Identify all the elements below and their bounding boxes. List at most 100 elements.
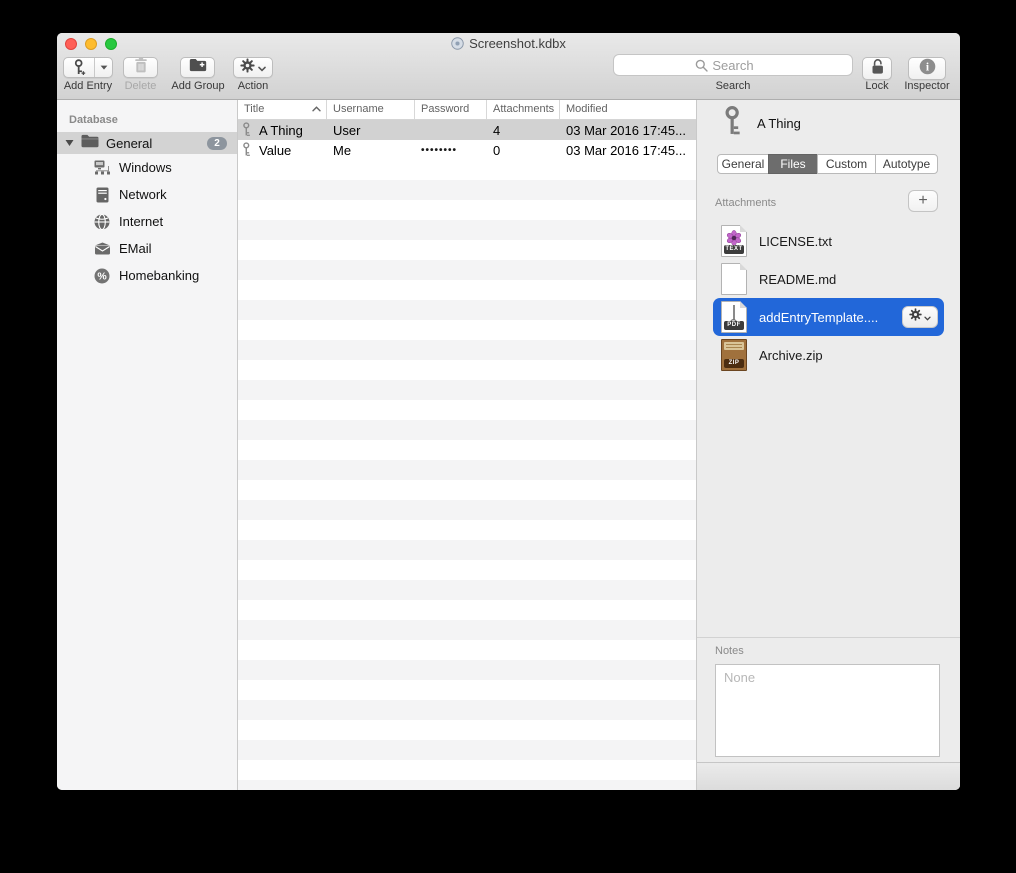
sidebar-item-network[interactable]: Network [57, 181, 237, 208]
attachment-name: addEntryTemplate.... [759, 310, 878, 325]
sidebar-item-homebanking[interactable]: % Homebanking [57, 262, 237, 289]
action-label: Action [233, 80, 273, 92]
table-row[interactable]: Value Me •••••••• 0 03 Mar 2016 17:45... [238, 140, 696, 160]
entry-attachments-count: 0 [487, 140, 560, 160]
app-window: Screenshot.kdbx Add Entry Delete Add Gro… [57, 33, 960, 790]
sidebar-item-internet[interactable]: Internet [57, 208, 237, 235]
sidebar-item-label: Homebanking [119, 268, 199, 283]
inspector-bottom-bar [697, 762, 960, 790]
entry-password [415, 120, 487, 140]
gear-icon [240, 58, 255, 78]
key-icon [722, 106, 746, 143]
table-row[interactable]: A Thing User 4 03 Mar 2016 17:45... [238, 120, 696, 140]
file-type-badge: TEXT [724, 245, 744, 254]
lock-button[interactable] [862, 57, 892, 80]
titlebar-toolbar: Screenshot.kdbx Add Entry Delete Add Gro… [57, 33, 960, 100]
globe-icon [93, 214, 111, 230]
inspector-button[interactable]: i [908, 57, 946, 80]
attachment-item-archive[interactable]: ZIP Archive.zip [713, 336, 944, 374]
envelope-icon [93, 242, 111, 255]
inspector-tabs: General Files Custom Autotype [717, 154, 938, 174]
svg-text:%: % [97, 270, 107, 282]
tab-autotype[interactable]: Autotype [875, 154, 938, 174]
attachment-name: README.md [759, 272, 836, 287]
document-file-icon [721, 263, 747, 295]
unlock-icon [870, 58, 885, 80]
table-header: Title Username Password Attachments Modi… [238, 100, 696, 120]
column-header-modified[interactable]: Modified [560, 100, 696, 119]
search-input[interactable] [613, 54, 853, 76]
entry-username: User [327, 120, 415, 140]
document-proxy-icon [451, 37, 464, 53]
attachments-label: Attachments [715, 197, 776, 209]
key-plus-icon[interactable] [64, 58, 94, 77]
sidebar-item-label: Internet [119, 214, 163, 229]
column-header-attachments[interactable]: Attachments [487, 100, 560, 119]
entry-table: Title Username Password Attachments Modi… [238, 100, 696, 790]
tab-general[interactable]: General [717, 154, 769, 174]
entry-attachments-count: 4 [487, 120, 560, 140]
attachment-item-template[interactable]: PDF addEntryTemplate.... [713, 298, 944, 336]
column-header-password[interactable]: Password [415, 100, 487, 119]
tab-custom[interactable]: Custom [817, 154, 876, 174]
gear-icon [909, 308, 922, 326]
percent-icon: % [93, 268, 111, 284]
sidebar-item-general[interactable]: General 2 [57, 132, 237, 154]
pdf-file-icon: PDF [721, 301, 747, 333]
add-entry-dropdown-arrow[interactable] [94, 58, 112, 77]
add-entry-label: Add Entry [57, 80, 121, 92]
column-header-username[interactable]: Username [327, 100, 415, 119]
chevron-down-icon [924, 308, 931, 326]
sidebar-item-windows[interactable]: Windows [57, 154, 237, 181]
attachment-name: Archive.zip [759, 348, 823, 363]
notes-textarea[interactable] [715, 664, 940, 757]
sidebar-item-label: General [106, 136, 207, 151]
window-title: Screenshot.kdbx [469, 36, 566, 51]
zip-file-icon: ZIP [721, 339, 747, 371]
column-header-title[interactable]: Title [238, 100, 327, 119]
divider [697, 637, 960, 638]
add-attachment-button[interactable]: + [908, 190, 938, 212]
entry-modified: 03 Mar 2016 17:45... [560, 140, 696, 160]
sort-ascending-icon [312, 100, 321, 119]
info-icon: i [919, 58, 936, 80]
key-icon [242, 142, 252, 158]
server-icon [93, 187, 111, 203]
sidebar-item-label: Network [119, 187, 167, 202]
key-icon [242, 122, 252, 138]
sidebar: Database General 2 Windows [57, 100, 238, 790]
trash-icon [134, 57, 148, 78]
file-type-badge: PDF [724, 321, 744, 330]
file-type-badge: ZIP [724, 359, 744, 368]
workgroup-icon [93, 160, 111, 175]
entry-password: •••••••• [415, 140, 487, 160]
add-entry-button[interactable] [63, 57, 113, 78]
folder-icon [81, 134, 99, 153]
disclosure-triangle-icon[interactable] [63, 139, 75, 147]
entry-title: A Thing [259, 123, 303, 138]
tab-files[interactable]: Files [768, 154, 818, 174]
attachment-item-license[interactable]: TEXT LICENSE.txt [713, 222, 944, 260]
delete-button[interactable] [123, 57, 158, 78]
entry-modified: 03 Mar 2016 17:45... [560, 120, 696, 140]
notes-label: Notes [715, 645, 744, 657]
entry-title: Value [259, 143, 291, 158]
inspector-panel: A Thing General Files Custom Autotype At… [696, 100, 960, 790]
add-group-label: Add Group [154, 80, 242, 92]
folder-plus-icon [189, 58, 207, 77]
sidebar-item-email[interactable]: EMail [57, 235, 237, 262]
attachment-name: LICENSE.txt [759, 234, 832, 249]
inspector-label: Inspector [895, 80, 959, 92]
attachment-item-readme[interactable]: README.md [713, 260, 944, 298]
attachments-list: TEXT LICENSE.txt README.md PDF [713, 222, 944, 374]
sidebar-item-label: Windows [119, 160, 172, 175]
add-group-button[interactable] [180, 57, 215, 78]
chevron-down-icon [258, 59, 266, 77]
search-label: Search [613, 80, 853, 92]
action-button[interactable] [233, 57, 273, 78]
entry-username: Me [327, 140, 415, 160]
attachment-action-button[interactable] [902, 306, 938, 328]
sidebar-section-header: Database [57, 108, 237, 132]
inspector-entry-title: A Thing [757, 116, 801, 131]
entry-count-badge: 2 [207, 137, 227, 150]
